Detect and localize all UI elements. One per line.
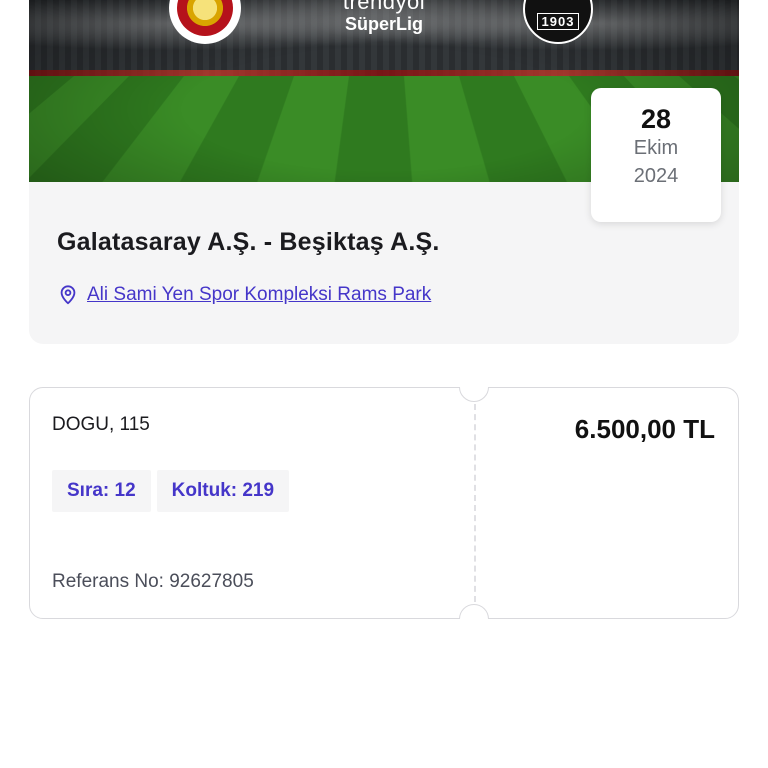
event-title: Galatasaray A.Ş. - Beşiktaş A.Ş.: [57, 228, 440, 256]
league-logo-line1: trendyol: [342, 0, 426, 14]
league-logo: trendyol SüperLig: [319, 0, 449, 34]
seat-info-chips: Sıra: 12 Koltuk: 219: [52, 470, 290, 512]
ticket-notch-top: [459, 387, 489, 402]
ticket-card[interactable]: DOGU, 115 6.500,00 TL Sıra: 12 Koltuk: 2…: [29, 387, 739, 619]
seat-chip: Koltuk: 219: [156, 470, 290, 512]
ticket-reference: Referans No: 92627805: [52, 571, 254, 592]
ticket-price: 6.500,00 TL: [574, 414, 715, 444]
row-chip: Sıra: 12: [52, 470, 151, 512]
event-venue[interactable]: Ali Sami Yen Spor Kompleksi Rams Park: [57, 284, 431, 306]
league-logo-line2: SüperLig: [344, 14, 423, 34]
venue-link[interactable]: Ali Sami Yen Spor Kompleksi Rams Park: [87, 284, 431, 306]
event-card[interactable]: trendyol SüperLig 1903 28 Ekim 2024 Gala…: [29, 0, 739, 344]
ticket-section: DOGU, 115: [52, 414, 150, 435]
ticket-notch-bottom: [459, 604, 489, 619]
location-pin-icon: [57, 284, 79, 306]
ticket-perforation: [474, 404, 476, 602]
page: trendyol SüperLig 1903 28 Ekim 2024 Gala…: [0, 0, 768, 768]
event-date-month: Ekim: [633, 137, 679, 159]
event-date-year: 2024: [633, 165, 679, 187]
event-date-day: 28: [640, 104, 672, 134]
galatasaray-crest-inner: [177, 0, 233, 36]
event-date-badge: 28 Ekim 2024: [591, 88, 721, 222]
besiktas-crest-year: 1903: [536, 13, 580, 30]
